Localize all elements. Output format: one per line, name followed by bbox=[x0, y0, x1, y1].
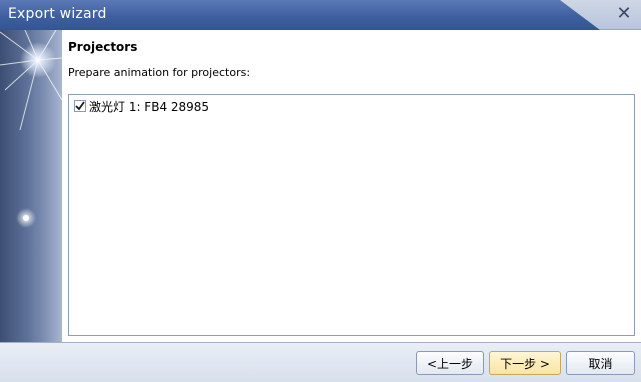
projector-list[interactable]: 激光灯 1: FB4 28985 bbox=[68, 94, 635, 336]
starburst-art-icon bbox=[0, 30, 62, 228]
wizard-side-banner bbox=[0, 30, 62, 342]
window-title: Export wizard bbox=[8, 6, 107, 22]
projector-list-item[interactable]: 激光灯 1: FB4 28985 bbox=[74, 98, 209, 114]
page-title: Projectors bbox=[68, 40, 138, 54]
projector-checkbox[interactable] bbox=[74, 100, 86, 112]
export-wizard-window: Export wizard ✕ Projectors Prepare anima… bbox=[0, 0, 641, 382]
close-icon[interactable]: ✕ bbox=[613, 3, 635, 25]
next-button[interactable]: 下一步 > bbox=[489, 351, 561, 375]
title-bar: Export wizard ✕ bbox=[0, 0, 641, 30]
button-bar: <上一步 下一步 > 取消 bbox=[0, 342, 641, 382]
back-button[interactable]: <上一步 bbox=[416, 351, 484, 375]
cancel-button[interactable]: 取消 bbox=[566, 351, 635, 375]
wizard-content: Projectors Prepare animation for project… bbox=[62, 30, 641, 342]
page-subtitle: Prepare animation for projectors: bbox=[68, 66, 251, 79]
checkmark-icon bbox=[75, 101, 85, 111]
projector-label: 激光灯 1: FB4 28985 bbox=[89, 99, 210, 114]
